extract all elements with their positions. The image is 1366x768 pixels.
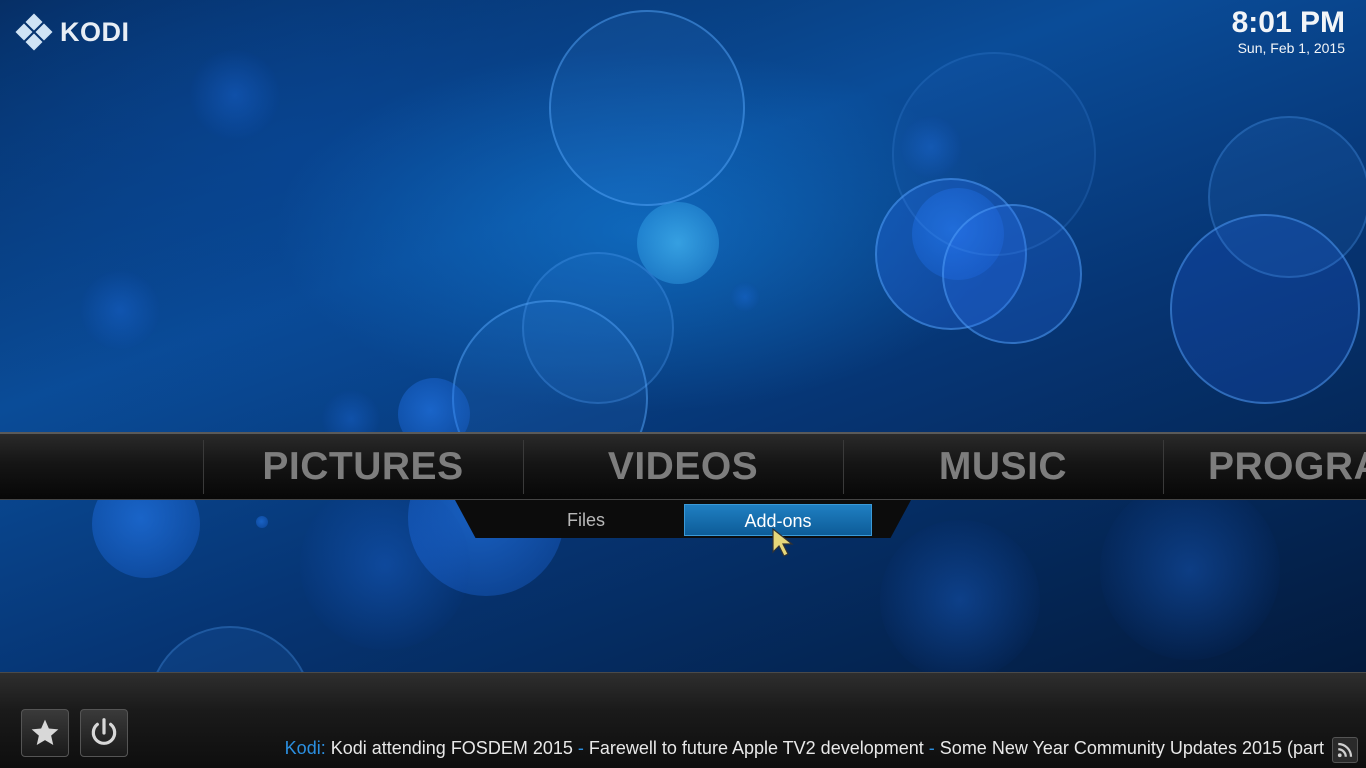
- bokeh-bubble: [730, 282, 760, 312]
- mouse-cursor-icon: [772, 528, 794, 557]
- bokeh-bubble: [549, 10, 745, 206]
- background-wallpaper: [0, 0, 1366, 672]
- ticker-source: Kodi:: [284, 738, 326, 758]
- clock-time: 8:01 PM: [1231, 6, 1345, 39]
- ticker-item: Kodi attending FOSDEM 2015: [330, 738, 573, 758]
- menu-item-programs[interactable]: PROGRA: [1163, 434, 1366, 500]
- power-icon: [91, 718, 117, 745]
- bokeh-bubble: [148, 626, 312, 672]
- bokeh-bubble: [80, 270, 160, 350]
- ticker-separator: -: [928, 738, 935, 758]
- ticker-separator: -: [577, 738, 584, 758]
- menu-item-videos[interactable]: VIDEOS: [523, 434, 843, 500]
- kodi-logo: KODI: [15, 13, 130, 51]
- favourites-button[interactable]: [21, 709, 69, 757]
- kodi-logo-icon: [15, 13, 53, 51]
- videos-submenu: Files Add-ons: [455, 500, 911, 538]
- bokeh-bubble: [256, 516, 268, 528]
- rss-ticker: Kodi: Kodi attending FOSDEM 2015 - Farew…: [285, 737, 1324, 759]
- rss-feed-button[interactable]: [1332, 737, 1358, 763]
- bokeh-bubble: [1100, 480, 1280, 660]
- ticker-item: Farewell to future Apple TV2 development: [588, 738, 924, 758]
- star-icon: [31, 719, 59, 745]
- bokeh-bubble: [1208, 116, 1366, 278]
- power-button[interactable]: [80, 709, 128, 757]
- menu-item-music[interactable]: MUSIC: [843, 434, 1163, 500]
- bokeh-bubble: [880, 520, 1040, 672]
- bokeh-bubble: [190, 50, 280, 140]
- submenu-item-files[interactable]: Files: [492, 504, 680, 536]
- bokeh-bubble: [522, 252, 674, 404]
- menu-item-pictures[interactable]: PICTURES: [203, 434, 523, 500]
- main-menu: PICTURES VIDEOS MUSIC PROGRA: [0, 432, 1366, 500]
- clock: 8:01 PM Sun, Feb 1, 2015: [1232, 6, 1345, 56]
- bokeh-bubble: [300, 480, 470, 650]
- ticker-item: Some New Year Community Updates 2015 (pa…: [939, 738, 1324, 758]
- clock-date: Sun, Feb 1, 2015: [1237, 40, 1345, 56]
- bottom-bar: Kodi: Kodi attending FOSDEM 2015 - Farew…: [0, 672, 1366, 768]
- rss-icon: [1337, 742, 1353, 758]
- app-name: KODI: [60, 16, 130, 47]
- bokeh-bubble: [892, 52, 1096, 256]
